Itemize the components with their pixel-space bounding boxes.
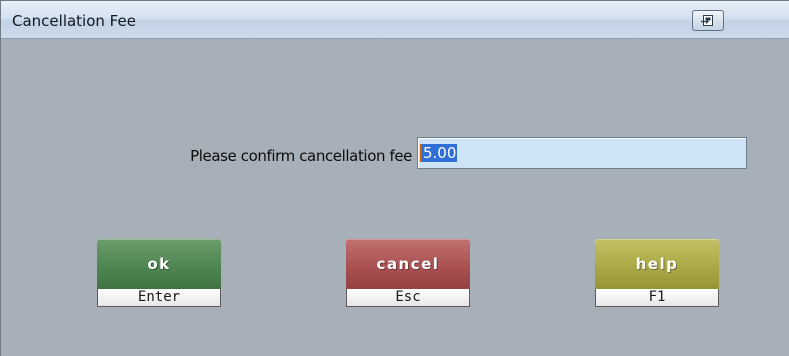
help-button[interactable]: help F1 [595,239,719,307]
cancellation-fee-input[interactable]: 5.00 [417,137,747,169]
help-button-label: help [595,239,719,289]
cancel-shortcut-label: Esc [346,289,470,307]
help-shortcut-label: F1 [595,289,719,307]
ok-shortcut-label: Enter [97,289,221,307]
cancel-button[interactable]: cancel Esc [346,239,470,307]
ok-button-label: ok [97,239,221,289]
restore-window-button[interactable] [692,10,724,31]
fee-value-selected: 5.00 [422,144,458,162]
restore-window-icon [701,15,713,26]
cancel-button-label: cancel [346,239,470,289]
ok-button[interactable]: ok Enter [97,239,221,307]
window-title: Cancellation Fee [12,12,136,30]
cancellation-fee-dialog: Cancellation Fee Please confirm cancella… [0,0,789,356]
cancellation-fee-label: Please confirm cancellation fee [190,147,412,165]
title-bar: Cancellation Fee [1,1,789,39]
